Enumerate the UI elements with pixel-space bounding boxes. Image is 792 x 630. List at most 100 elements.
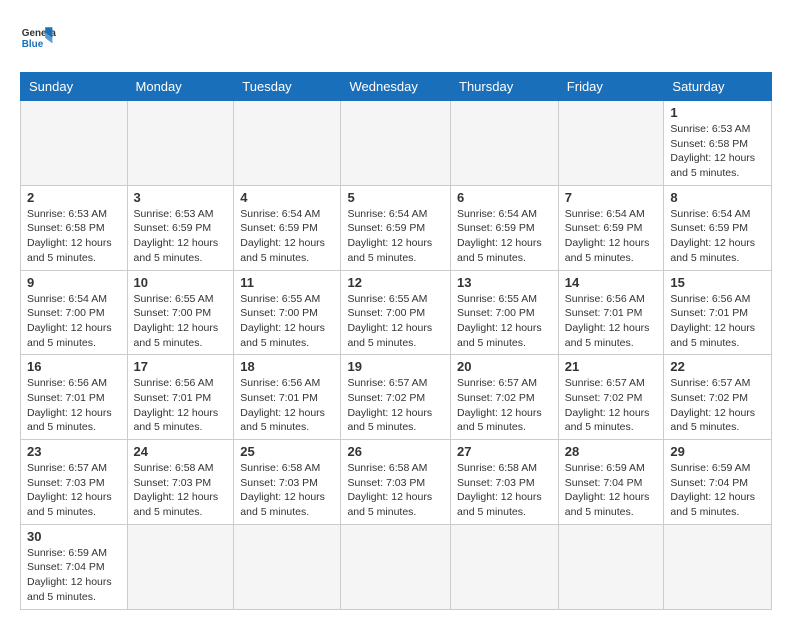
day-info: Sunrise: 6:54 AM Sunset: 6:59 PM Dayligh… [670, 207, 765, 266]
calendar-cell [664, 524, 772, 609]
day-info: Sunrise: 6:54 AM Sunset: 6:59 PM Dayligh… [347, 207, 444, 266]
day-number: 24 [134, 444, 228, 459]
calendar-table: SundayMondayTuesdayWednesdayThursdayFrid… [20, 72, 772, 610]
day-number: 27 [457, 444, 552, 459]
calendar-cell: 11Sunrise: 6:55 AM Sunset: 7:00 PM Dayli… [234, 270, 341, 355]
calendar-cell: 18Sunrise: 6:56 AM Sunset: 7:01 PM Dayli… [234, 355, 341, 440]
calendar-cell: 8 Sunrise: 6:54 AM Sunset: 6:59 PM Daylig… [664, 185, 772, 270]
calendar-cell: 19Sunrise: 6:57 AM Sunset: 7:02 PM Dayli… [341, 355, 451, 440]
day-number: 26 [347, 444, 444, 459]
calendar-cell: 6 Sunrise: 6:54 AM Sunset: 6:59 PM Daylig… [451, 185, 559, 270]
day-number: 8 [670, 190, 765, 205]
calendar-cell [558, 524, 664, 609]
calendar-header-monday: Monday [127, 73, 234, 101]
day-info: Sunrise: 6:53 AM Sunset: 6:59 PM Dayligh… [134, 207, 228, 266]
calendar-cell: 21Sunrise: 6:57 AM Sunset: 7:02 PM Dayli… [558, 355, 664, 440]
calendar-cell [341, 101, 451, 186]
day-info: Sunrise: 6:55 AM Sunset: 7:00 PM Dayligh… [240, 292, 334, 351]
day-number: 28 [565, 444, 658, 459]
calendar-cell: 15 Sunrise: 6:56 AM Sunset: 7:01 PM Dayli… [664, 270, 772, 355]
day-number: 12 [347, 275, 444, 290]
calendar-cell: 17 Sunrise: 6:56 AM Sunset: 7:01 PM Dayli… [127, 355, 234, 440]
day-number: 1 [670, 105, 765, 120]
calendar-week-row-5: 30Sunrise: 6:59 AM Sunset: 7:04 PM Dayli… [21, 524, 772, 609]
day-number: 7 [565, 190, 658, 205]
day-info: Sunrise: 6:56 AM Sunset: 7:01 PM Dayligh… [670, 292, 765, 351]
calendar-cell: 5Sunrise: 6:54 AM Sunset: 6:59 PM Daylig… [341, 185, 451, 270]
calendar-week-row-4: 23 Sunrise: 6:57 AM Sunset: 7:03 PM Dayli… [21, 440, 772, 525]
day-number: 17 [134, 359, 228, 374]
day-info: Sunrise: 6:56 AM Sunset: 7:01 PM Dayligh… [565, 292, 658, 351]
day-info: Sunrise: 6:58 AM Sunset: 7:03 PM Dayligh… [134, 461, 228, 520]
day-info: Sunrise: 6:54 AM Sunset: 6:59 PM Dayligh… [565, 207, 658, 266]
day-number: 6 [457, 190, 552, 205]
generalblue-icon: General Blue [20, 20, 56, 56]
calendar-cell [127, 101, 234, 186]
calendar-cell: 7 Sunrise: 6:54 AM Sunset: 6:59 PM Daylig… [558, 185, 664, 270]
day-info: Sunrise: 6:56 AM Sunset: 7:01 PM Dayligh… [134, 376, 228, 435]
calendar-cell: 1 Sunrise: 6:53 AM Sunset: 6:58 PM Daylig… [664, 101, 772, 186]
day-number: 15 [670, 275, 765, 290]
day-number: 2 [27, 190, 121, 205]
calendar-header-wednesday: Wednesday [341, 73, 451, 101]
calendar-cell: 12 Sunrise: 6:55 AM Sunset: 7:00 PM Dayli… [341, 270, 451, 355]
calendar-cell [451, 101, 559, 186]
calendar-header-row: SundayMondayTuesdayWednesdayThursdayFrid… [21, 73, 772, 101]
day-number: 30 [27, 529, 121, 544]
day-number: 23 [27, 444, 121, 459]
calendar-week-row-0: 1 Sunrise: 6:53 AM Sunset: 6:58 PM Daylig… [21, 101, 772, 186]
day-number: 10 [134, 275, 228, 290]
calendar-week-row-1: 2 Sunrise: 6:53 AM Sunset: 6:58 PM Daylig… [21, 185, 772, 270]
calendar-cell: 14 Sunrise: 6:56 AM Sunset: 7:01 PM Dayli… [558, 270, 664, 355]
day-info: Sunrise: 6:54 AM Sunset: 7:00 PM Dayligh… [27, 292, 121, 351]
day-info: Sunrise: 6:57 AM Sunset: 7:02 PM Dayligh… [457, 376, 552, 435]
calendar-cell: 27 Sunrise: 6:58 AM Sunset: 7:03 PM Dayli… [451, 440, 559, 525]
day-info: Sunrise: 6:58 AM Sunset: 7:03 PM Dayligh… [347, 461, 444, 520]
day-number: 22 [670, 359, 765, 374]
calendar-cell [127, 524, 234, 609]
day-number: 20 [457, 359, 552, 374]
day-info: Sunrise: 6:59 AM Sunset: 7:04 PM Dayligh… [670, 461, 765, 520]
calendar-cell [451, 524, 559, 609]
calendar-cell: 24 Sunrise: 6:58 AM Sunset: 7:03 PM Dayli… [127, 440, 234, 525]
day-number: 14 [565, 275, 658, 290]
day-number: 4 [240, 190, 334, 205]
day-info: Sunrise: 6:55 AM Sunset: 7:00 PM Dayligh… [347, 292, 444, 351]
day-number: 19 [347, 359, 444, 374]
calendar-cell: 26 Sunrise: 6:58 AM Sunset: 7:03 PM Dayli… [341, 440, 451, 525]
day-number: 9 [27, 275, 121, 290]
day-number: 3 [134, 190, 228, 205]
day-info: Sunrise: 6:55 AM Sunset: 7:00 PM Dayligh… [457, 292, 552, 351]
day-number: 18 [240, 359, 334, 374]
calendar-cell: 20 Sunrise: 6:57 AM Sunset: 7:02 PM Dayli… [451, 355, 559, 440]
day-info: Sunrise: 6:53 AM Sunset: 6:58 PM Dayligh… [670, 122, 765, 181]
day-number: 29 [670, 444, 765, 459]
day-number: 16 [27, 359, 121, 374]
calendar-cell [234, 101, 341, 186]
calendar-header-thursday: Thursday [451, 73, 559, 101]
day-number: 13 [457, 275, 552, 290]
day-info: Sunrise: 6:57 AM Sunset: 7:02 PM Dayligh… [565, 376, 658, 435]
calendar-header-sunday: Sunday [21, 73, 128, 101]
calendar-cell: 22Sunrise: 6:57 AM Sunset: 7:02 PM Dayli… [664, 355, 772, 440]
calendar-cell: 3 Sunrise: 6:53 AM Sunset: 6:59 PM Daylig… [127, 185, 234, 270]
calendar-cell: 2 Sunrise: 6:53 AM Sunset: 6:58 PM Daylig… [21, 185, 128, 270]
day-info: Sunrise: 6:59 AM Sunset: 7:04 PM Dayligh… [565, 461, 658, 520]
day-number: 25 [240, 444, 334, 459]
calendar-header-saturday: Saturday [664, 73, 772, 101]
day-info: Sunrise: 6:58 AM Sunset: 7:03 PM Dayligh… [457, 461, 552, 520]
calendar-week-row-3: 16 Sunrise: 6:56 AM Sunset: 7:01 PM Dayli… [21, 355, 772, 440]
day-info: Sunrise: 6:54 AM Sunset: 6:59 PM Dayligh… [457, 207, 552, 266]
day-info: Sunrise: 6:57 AM Sunset: 7:03 PM Dayligh… [27, 461, 121, 520]
calendar-cell: 13 Sunrise: 6:55 AM Sunset: 7:00 PM Dayli… [451, 270, 559, 355]
day-info: Sunrise: 6:55 AM Sunset: 7:00 PM Dayligh… [134, 292, 228, 351]
day-info: Sunrise: 6:56 AM Sunset: 7:01 PM Dayligh… [27, 376, 121, 435]
day-info: Sunrise: 6:53 AM Sunset: 6:58 PM Dayligh… [27, 207, 121, 266]
calendar-cell: 9 Sunrise: 6:54 AM Sunset: 7:00 PM Daylig… [21, 270, 128, 355]
calendar-cell: 30Sunrise: 6:59 AM Sunset: 7:04 PM Dayli… [21, 524, 128, 609]
calendar-cell: 29 Sunrise: 6:59 AM Sunset: 7:04 PM Dayli… [664, 440, 772, 525]
calendar-cell [234, 524, 341, 609]
calendar-cell: 16 Sunrise: 6:56 AM Sunset: 7:01 PM Dayli… [21, 355, 128, 440]
calendar-cell: 23 Sunrise: 6:57 AM Sunset: 7:03 PM Dayli… [21, 440, 128, 525]
calendar-cell [558, 101, 664, 186]
